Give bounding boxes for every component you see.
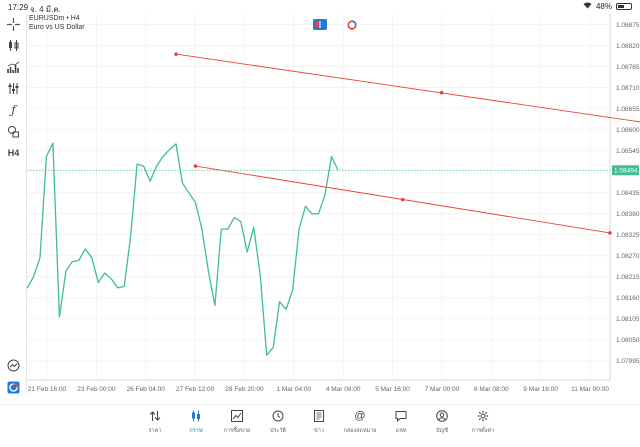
timeframe-button[interactable]: H4 <box>5 145 22 161</box>
price-tick-label: 1.08655 <box>616 106 640 113</box>
nav-label: บัญชี <box>436 428 448 434</box>
symbol-info[interactable]: EURUSDm • H4 Euro vs US Dollar <box>29 14 85 32</box>
indicators-icon[interactable] <box>5 59 22 75</box>
trendline-handle[interactable] <box>174 52 178 56</box>
candlestick-type-icon[interactable] <box>5 37 22 53</box>
time-tick-label: 11 Mar 00:00 <box>571 386 609 393</box>
quotes-arrows-icon <box>148 409 162 423</box>
nav-label: ข่าว <box>314 428 324 434</box>
chat-bubble-icon <box>394 409 408 423</box>
chart-top-icons <box>313 19 359 30</box>
trendline-handle[interactable] <box>193 164 198 168</box>
price-tick-label: 1.08710 <box>616 85 640 92</box>
time-tick-label: 23 Feb 00:00 <box>77 386 116 393</box>
price-tick-label: 1.08105 <box>616 316 640 323</box>
time-tick-label: 4 Mar 08:00 <box>326 386 361 393</box>
mailbox-at-icon: @ <box>354 410 366 422</box>
account-avatar-icon <box>435 409 449 423</box>
one-click-trading-icon[interactable] <box>313 19 327 30</box>
price-chart[interactable]: 1.07995 1.08050 1.08105 1.08160 1.08215 1.082… <box>0 0 640 404</box>
time-tick-label: 28 Feb 20:00 <box>225 386 264 393</box>
time-tick-label: 27 Feb 12:00 <box>176 386 215 393</box>
objects-shapes-icon[interactable] <box>5 123 22 139</box>
price-tick-label: 1.08380 <box>616 211 640 218</box>
nav-label: แชท <box>395 428 407 434</box>
nav-settings[interactable]: การตั้งค่า <box>458 409 508 435</box>
price-tick-label: 1.08050 <box>616 337 640 344</box>
nav-label: กล่องจดหมาย <box>343 428 377 434</box>
price-tick-label: 1.08820 <box>616 43 640 50</box>
bottom-navigation: ราคา กราฟ การซื้อขาย ประวัติ ข่าว @ กล่อ… <box>0 404 640 447</box>
trendline-handle[interactable] <box>608 231 612 235</box>
history-clock-icon <box>271 409 285 423</box>
time-tick-label: 5 Mar 16:00 <box>375 386 410 393</box>
current-price-line: 1.08494 <box>27 165 639 176</box>
time-tick-label: 9 Mar 16:00 <box>523 386 558 393</box>
trendline-handle[interactable] <box>439 90 444 95</box>
trendline-handle[interactable] <box>400 197 405 202</box>
settings-gear-icon <box>476 409 490 423</box>
time-axis: 21 Feb 16:00 23 Feb 00:00 26 Feb 04:00 27 F… <box>28 386 609 393</box>
signal-ring-icon[interactable] <box>345 19 359 30</box>
price-tick-label: 1.08600 <box>616 127 640 134</box>
function-icon[interactable]: ƒ <box>5 102 22 118</box>
time-tick-label: 1 Mar 04:00 <box>276 386 311 393</box>
time-tick-label: 8 Mar 08:00 <box>474 386 509 393</box>
time-tick-label: 26 Feb 04:00 <box>127 386 166 393</box>
chart-trend-circle-icon[interactable] <box>5 357 22 373</box>
price-tick-label: 1.07995 <box>616 358 640 365</box>
price-series <box>26 142 339 356</box>
news-book-icon <box>312 409 326 423</box>
price-tick-label: 1.08325 <box>616 232 640 239</box>
time-tick-label: 7 Mar 00:00 <box>425 386 460 393</box>
time-tick-label: 21 Feb 16:00 <box>28 386 67 393</box>
price-line <box>26 142 339 356</box>
nav-label: ราคา <box>148 428 162 434</box>
trade-chart-icon <box>230 409 244 423</box>
price-tick-label: 1.08875 <box>616 22 640 29</box>
nav-label: การตั้งค่า <box>471 428 495 434</box>
price-tick-label: 1.08215 <box>616 274 640 281</box>
chart-grid <box>27 14 611 381</box>
trendlines[interactable] <box>174 52 640 235</box>
trendline[interactable] <box>175 53 640 132</box>
price-tick-label: 1.08765 <box>616 64 640 71</box>
nav-label: กราฟ <box>189 428 203 434</box>
settings-sliders-icon[interactable] <box>5 80 22 96</box>
price-tick-label: 1.08545 <box>616 148 640 155</box>
price-tick-label: 1.08270 <box>616 253 640 260</box>
nav-label: ประวัติ <box>269 428 287 434</box>
price-tick-label: 1.08435 <box>616 190 640 197</box>
nav-label: การซื้อขาย <box>223 428 251 434</box>
current-price-label: 1.08494 <box>614 168 638 175</box>
crosshair-icon[interactable] <box>5 16 22 32</box>
price-axis: 1.07995 1.08050 1.08105 1.08160 1.08215 1.082… <box>616 22 640 365</box>
price-tick-label: 1.08160 <box>616 295 640 302</box>
symbol-description: Euro vs US Dollar <box>29 24 85 31</box>
left-toolbar: ƒ H4 <box>0 14 27 394</box>
candlestick-chart-icon <box>189 409 203 423</box>
symbol-title: EURUSDm • H4 <box>29 15 80 22</box>
broker-logo-icon[interactable] <box>5 379 22 395</box>
